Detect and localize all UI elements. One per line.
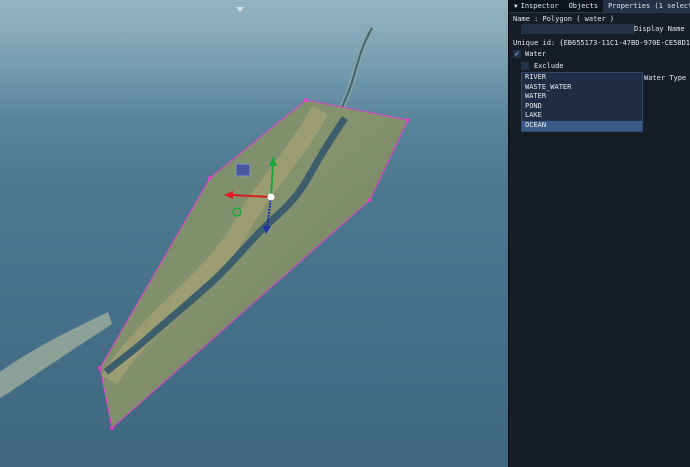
unique-id-text: Unique id: {EB655173-11C1-47BD-970E-CE58…: [513, 39, 690, 47]
water-type-option-river[interactable]: RIVER: [522, 73, 642, 83]
polygon-vertex[interactable]: [368, 198, 372, 202]
water-type-label: Water Type: [644, 74, 687, 82]
scene-viewport[interactable]: [0, 0, 508, 467]
properties-panel: ▼Inspector Objects Properties (1 selecte…: [508, 0, 690, 467]
water-checkbox[interactable]: ✔: [513, 50, 521, 58]
polygon-vertex[interactable]: [304, 98, 308, 102]
exclude-checkbox[interactable]: [521, 62, 529, 70]
water-type-option-lake[interactable]: LAKE: [522, 111, 642, 121]
left-sandbar: [0, 312, 112, 398]
tab-properties[interactable]: Properties (1 selecte...: [603, 0, 690, 12]
panel-tab-bar: ▼Inspector Objects Properties (1 selecte…: [509, 0, 690, 13]
water-type-dropdown-list[interactable]: RIVER WASTE_WATER WATER POND LAKE OCEAN: [521, 72, 643, 132]
water-type-option-pond[interactable]: POND: [522, 102, 642, 112]
exclude-checkbox-label: Exclude: [534, 62, 564, 70]
water-checkbox-label: Water: [525, 50, 547, 58]
tab-label: Properties (1 selecte...: [608, 2, 690, 10]
gizmo-pivot[interactable]: [267, 193, 275, 201]
display-name-label: Display Name: [634, 25, 685, 33]
polygon-vertex[interactable]: [208, 176, 212, 180]
polygon-vertex[interactable]: [110, 426, 114, 430]
tab-label: Objects: [568, 2, 599, 10]
object-name-text: Name : Polygon ( water ): [513, 15, 615, 23]
water-type-option-water[interactable]: WATER: [522, 92, 642, 102]
tab-label: Inspector: [520, 2, 559, 10]
gizmo-plane-handle[interactable]: [235, 163, 251, 177]
tab-inspector[interactable]: ▼ Inspector: [509, 0, 564, 12]
water-type-option-ocean[interactable]: OCEAN: [522, 120, 642, 131]
water-type-option-waste-water[interactable]: WASTE_WATER: [522, 83, 642, 93]
filter-icon: ▼: [514, 3, 518, 10]
polygon-vertex[interactable]: [406, 118, 410, 122]
tab-objects[interactable]: Objects: [564, 0, 604, 12]
display-name-input[interactable]: [521, 24, 635, 34]
sky-haze: [0, 0, 508, 120]
scene-canvas: [0, 0, 508, 430]
polygon-vertex[interactable]: [98, 366, 102, 370]
checkmark-icon: ✔: [514, 49, 520, 58]
island-terrain: [100, 100, 408, 428]
